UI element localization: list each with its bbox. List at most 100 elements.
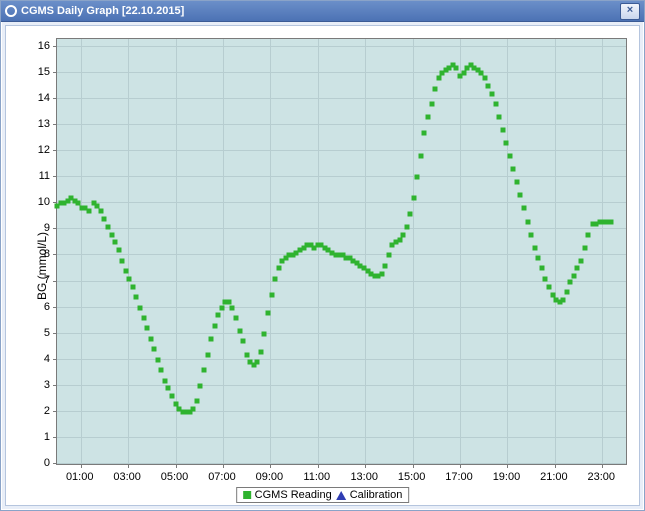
- close-button[interactable]: ×: [620, 3, 640, 20]
- grid-line: [57, 124, 626, 125]
- tick-mark: [128, 464, 129, 468]
- tick-mark: [413, 464, 414, 468]
- grid-line: [57, 46, 626, 47]
- data-point: [497, 115, 502, 120]
- window-frame: CGMS Daily Graph [22.10.2015] × BG (mmol…: [0, 0, 645, 511]
- data-point: [482, 76, 487, 81]
- data-point: [522, 206, 527, 211]
- data-point: [436, 76, 441, 81]
- data-point: [568, 279, 573, 284]
- data-point: [105, 224, 110, 229]
- data-point: [273, 276, 278, 281]
- data-point: [269, 292, 274, 297]
- data-point: [608, 219, 613, 224]
- y-tick-label: 14: [6, 92, 54, 104]
- window-title: CGMS Daily Graph [22.10.2015]: [21, 5, 620, 17]
- data-point: [379, 271, 384, 276]
- data-point: [408, 211, 413, 216]
- data-point: [241, 339, 246, 344]
- grid-line: [57, 333, 626, 334]
- data-point: [426, 115, 431, 120]
- data-point: [141, 316, 146, 321]
- data-point: [244, 352, 249, 357]
- data-point: [123, 269, 128, 274]
- data-point: [155, 357, 160, 362]
- data-point: [564, 289, 569, 294]
- grid-line: [460, 39, 461, 464]
- data-point: [87, 209, 92, 214]
- grid-line: [270, 39, 271, 464]
- data-point: [486, 83, 491, 88]
- data-point: [216, 313, 221, 318]
- titlebar[interactable]: CGMS Daily Graph [22.10.2015] ×: [1, 1, 644, 22]
- data-point: [575, 266, 580, 271]
- x-tick-label: 01:00: [66, 471, 94, 483]
- plot-area: [56, 38, 627, 465]
- tick-mark: [507, 464, 508, 468]
- grid-line: [365, 39, 366, 464]
- data-point: [212, 323, 217, 328]
- data-point: [383, 263, 388, 268]
- tick-mark: [555, 464, 556, 468]
- grid-line: [176, 39, 177, 464]
- grid-line: [602, 39, 603, 464]
- data-point: [411, 196, 416, 201]
- data-point: [205, 352, 210, 357]
- x-tick-label: 11:00: [303, 471, 330, 483]
- data-point: [543, 276, 548, 281]
- data-point: [490, 91, 495, 96]
- y-tick-label: 10: [6, 196, 54, 208]
- grid-line: [57, 176, 626, 177]
- data-point: [507, 154, 512, 159]
- data-point: [130, 284, 135, 289]
- data-point: [429, 102, 434, 107]
- y-tick-label: 6: [6, 301, 54, 313]
- data-point: [145, 326, 150, 331]
- data-point: [276, 266, 281, 271]
- data-point: [500, 128, 505, 133]
- data-point: [102, 216, 107, 221]
- data-point: [386, 253, 391, 258]
- data-point: [198, 383, 203, 388]
- data-point: [578, 258, 583, 263]
- data-point: [116, 248, 121, 253]
- data-point: [422, 130, 427, 135]
- data-point: [262, 331, 267, 336]
- data-point: [113, 240, 118, 245]
- y-tick-label: 13: [6, 118, 54, 130]
- x-tick-label: 21:00: [540, 471, 568, 483]
- x-tick-label: 03:00: [113, 471, 141, 483]
- data-point: [536, 256, 541, 261]
- tick-mark: [176, 464, 177, 468]
- y-tick-label: 3: [6, 379, 54, 391]
- square-icon: [243, 491, 251, 499]
- grid-line: [413, 39, 414, 464]
- legend-label-calibration: Calibration: [350, 489, 403, 501]
- y-tick-label: 15: [6, 66, 54, 78]
- data-point: [233, 316, 238, 321]
- data-point: [418, 154, 423, 159]
- x-tick-label: 15:00: [398, 471, 426, 483]
- grid-line: [81, 39, 82, 464]
- grid-line: [57, 437, 626, 438]
- data-point: [169, 394, 174, 399]
- y-tick-label: 16: [6, 40, 54, 52]
- data-point: [454, 65, 459, 70]
- grid-line: [57, 411, 626, 412]
- data-point: [493, 102, 498, 107]
- chart-panel: BG (mmol/L) CGMS Reading Calibration 012…: [5, 25, 640, 506]
- data-point: [586, 232, 591, 237]
- data-point: [209, 336, 214, 341]
- data-point: [191, 407, 196, 412]
- y-tick-label: 9: [6, 222, 54, 234]
- data-point: [415, 175, 420, 180]
- app-icon: [5, 5, 17, 17]
- data-point: [127, 276, 132, 281]
- tick-mark: [365, 464, 366, 468]
- grid-line: [128, 39, 129, 464]
- data-point: [504, 141, 509, 146]
- grid-line: [57, 72, 626, 73]
- grid-line: [507, 39, 508, 464]
- data-point: [582, 245, 587, 250]
- x-tick-label: 17:00: [445, 471, 473, 483]
